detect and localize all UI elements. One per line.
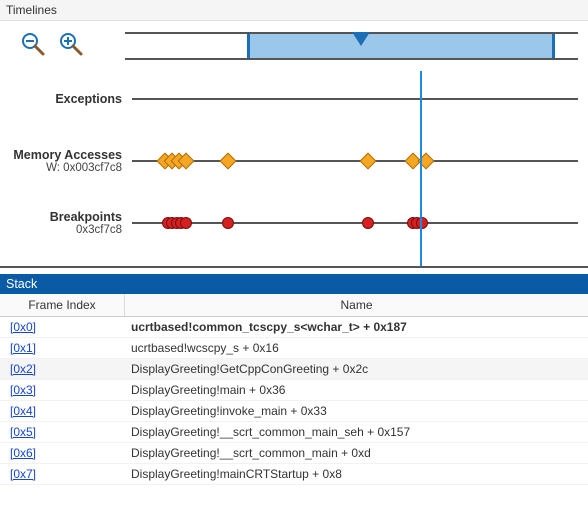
- stack-row[interactable]: [0x4] DisplayGreeting!invoke_main + 0x33: [0, 401, 588, 422]
- track-line[interactable]: [132, 160, 578, 162]
- stack-row[interactable]: [0x6] DisplayGreeting!__scrt_common_main …: [0, 443, 588, 464]
- memory-access-marker[interactable]: [219, 153, 236, 170]
- col-frame-index[interactable]: Frame Index: [0, 294, 125, 316]
- frame-index-cell: [0x5]: [0, 425, 125, 439]
- frame-index-cell: [0x7]: [0, 467, 125, 481]
- zoom-in-icon[interactable]: [58, 31, 84, 60]
- frame-name-cell: ucrtbased!wcscpy_s + 0x16: [125, 341, 588, 355]
- stack-row[interactable]: [0x2] DisplayGreeting!GetCppConGreeting +…: [0, 359, 588, 380]
- frame-index-cell: [0x0]: [0, 320, 125, 334]
- frame-index-link[interactable]: [0x3]: [10, 383, 36, 397]
- frame-name-cell: DisplayGreeting!main + 0x36: [125, 383, 588, 397]
- frame-name-cell: DisplayGreeting!invoke_main + 0x33: [125, 404, 588, 418]
- frame-index-link[interactable]: [0x1]: [10, 341, 36, 355]
- frame-name-cell: DisplayGreeting!__scrt_common_main + 0xd: [125, 446, 588, 460]
- frame-name-cell: DisplayGreeting!mainCRTStartup + 0x8: [125, 467, 588, 481]
- track-subtitle: W: 0x003cf7c8: [0, 162, 122, 174]
- track-line[interactable]: [132, 222, 578, 224]
- track-title: Exceptions: [0, 92, 122, 106]
- memory-access-marker[interactable]: [360, 153, 377, 170]
- frame-name-cell: ucrtbased!common_tcscpy_s<wchar_t> + 0x1…: [125, 320, 588, 334]
- stack-header: Frame Index Name: [0, 294, 588, 317]
- frame-index-link[interactable]: [0x2]: [10, 362, 36, 376]
- stack-panel: Stack Frame Index Name [0x0] ucrtbased!co…: [0, 274, 588, 485]
- track-label: Memory AccessesW: 0x003cf7c8: [0, 148, 132, 174]
- frame-index-cell: [0x2]: [0, 362, 125, 376]
- stack-row[interactable]: [0x5] DisplayGreeting!__scrt_common_main_…: [0, 422, 588, 443]
- stack-row[interactable]: [0x7] DisplayGreeting!mainCRTStartup + 0x…: [0, 464, 588, 485]
- stack-row[interactable]: [0x1] ucrtbased!wcscpy_s + 0x16: [0, 338, 588, 359]
- track-label: Exceptions: [0, 92, 132, 106]
- track-label: Breakpoints0x3cf7c8: [0, 210, 132, 236]
- breakpoint-marker[interactable]: [416, 217, 428, 229]
- stack-row[interactable]: [0x3] DisplayGreeting!main + 0x36: [0, 380, 588, 401]
- stack-row[interactable]: [0x0] ucrtbased!common_tcscpy_s<wchar_t> …: [0, 317, 588, 338]
- timelines-title: Timelines: [0, 0, 588, 21]
- track-title: Memory Accesses: [0, 148, 122, 162]
- frame-index-link[interactable]: [0x5]: [10, 425, 36, 439]
- col-name[interactable]: Name: [125, 294, 588, 316]
- track-memory-accesses: Memory AccessesW: 0x003cf7c8: [0, 130, 588, 192]
- zoom-out-icon[interactable]: [20, 31, 46, 60]
- playhead[interactable]: [420, 71, 422, 266]
- breakpoint-marker[interactable]: [222, 217, 234, 229]
- frame-index-link[interactable]: [0x0]: [10, 320, 36, 334]
- zoom-row: [0, 29, 588, 68]
- frame-name-cell: DisplayGreeting!__scrt_common_main_seh +…: [125, 425, 588, 439]
- overview-timeline[interactable]: [125, 32, 578, 60]
- frame-index-cell: [0x6]: [0, 446, 125, 460]
- breakpoint-marker[interactable]: [362, 217, 374, 229]
- overview-selection[interactable]: [247, 34, 555, 58]
- frame-index-link[interactable]: [0x4]: [10, 404, 36, 418]
- frame-index-cell: [0x1]: [0, 341, 125, 355]
- track-subtitle: 0x3cf7c8: [0, 224, 122, 236]
- track-exceptions: Exceptions: [0, 68, 588, 130]
- overview-playhead-marker[interactable]: [352, 32, 370, 46]
- frame-index-cell: [0x4]: [0, 404, 125, 418]
- track-line[interactable]: [132, 98, 578, 100]
- track-title: Breakpoints: [0, 210, 122, 224]
- frame-name-cell: DisplayGreeting!GetCppConGreeting + 0x2c: [125, 362, 588, 376]
- frame-index-link[interactable]: [0x6]: [10, 446, 36, 460]
- stack-title: Stack: [0, 274, 588, 294]
- track-breakpoints: Breakpoints0x3cf7c8: [0, 192, 588, 254]
- breakpoint-marker[interactable]: [180, 217, 192, 229]
- timelines-panel: Exceptions Memory AccessesW: 0x003cf7c8 Br…: [0, 21, 588, 268]
- frame-index-cell: [0x3]: [0, 383, 125, 397]
- frame-index-link[interactable]: [0x7]: [10, 467, 36, 481]
